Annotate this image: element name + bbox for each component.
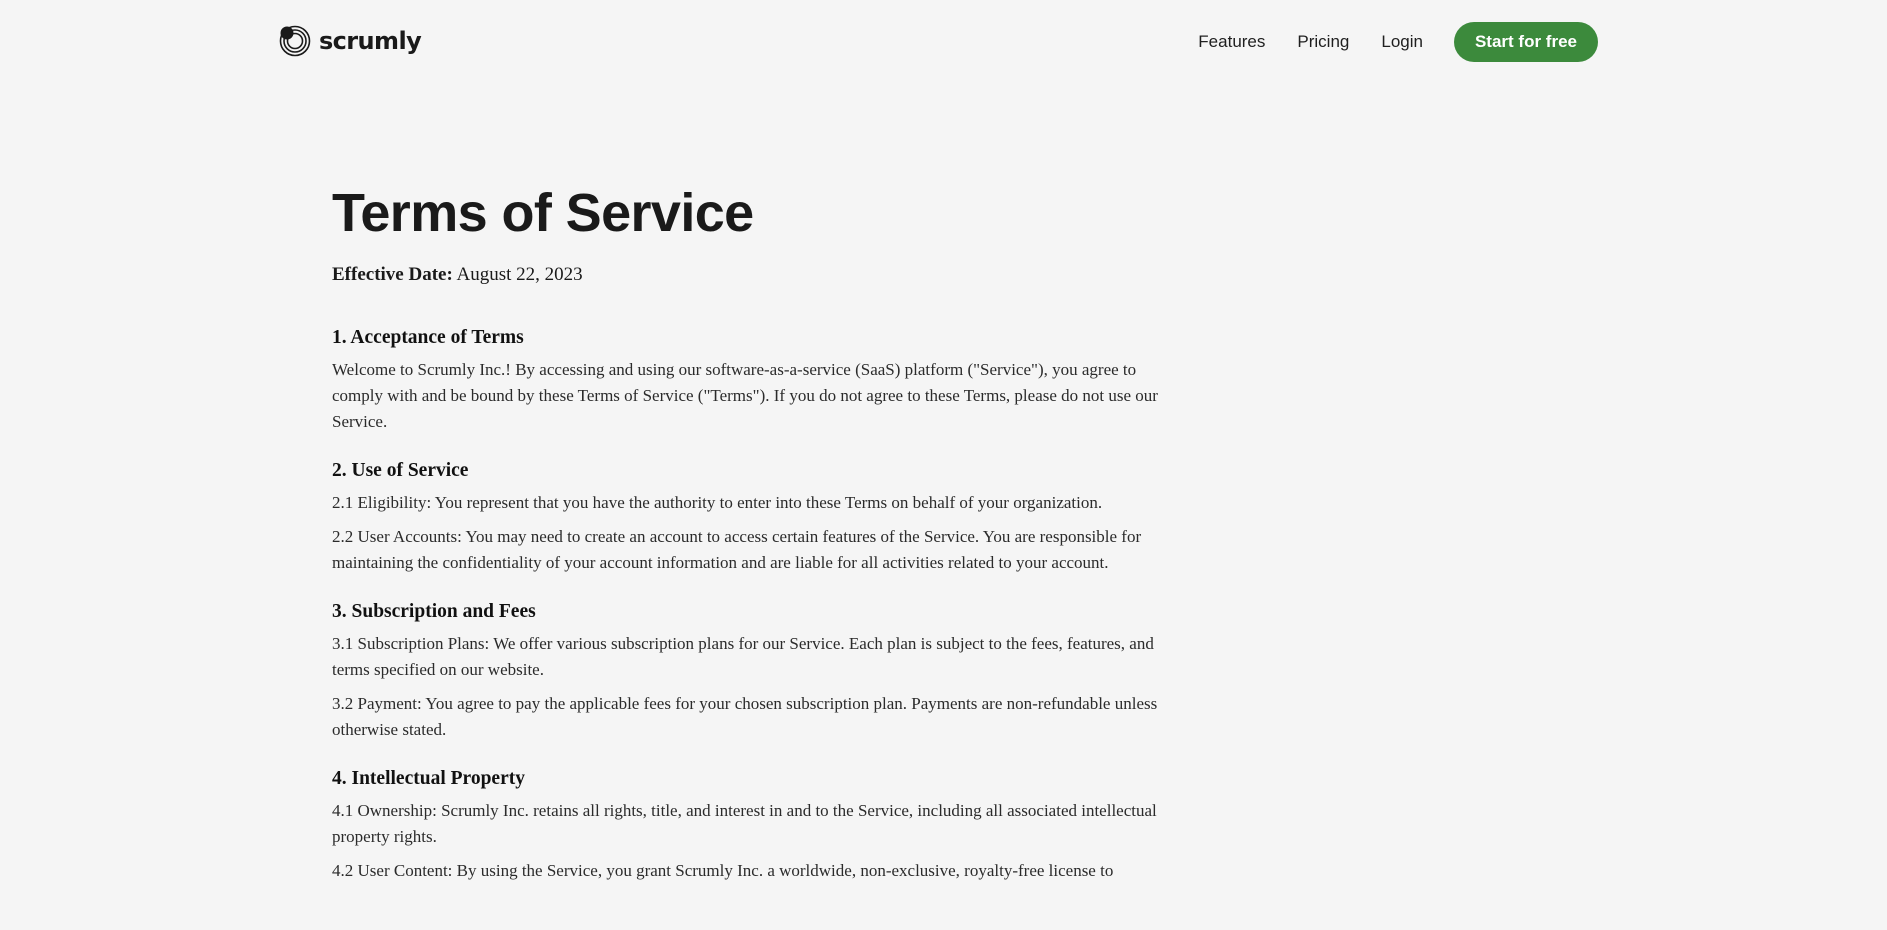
section-heading: 1. Acceptance of Terms bbox=[332, 327, 524, 348]
brand-name: scrumly bbox=[319, 27, 422, 55]
section-paragraph: 4.1 Ownership: Scrumly Inc. retains all … bbox=[332, 801, 1157, 846]
section-paragraph: 2.2 User Accounts: You may need to creat… bbox=[332, 527, 1142, 572]
section-heading: 4. Intellectual Property bbox=[332, 768, 525, 789]
section-acceptance: 1. Acceptance of Terms Welcome to Scruml… bbox=[332, 325, 1180, 435]
terms-document: Terms of Service Effective Date: August … bbox=[332, 178, 1180, 880]
section-subscription-fees: 3. Subscription and Fees 3.1 Subscriptio… bbox=[332, 599, 1180, 743]
brand-logo-link[interactable]: scrumly bbox=[278, 24, 422, 58]
page-title: Terms of Service bbox=[332, 183, 754, 243]
section-paragraph: 3.2 Payment: You agree to pay the applic… bbox=[332, 694, 1158, 739]
section-heading: 2. Use of Service bbox=[332, 460, 469, 481]
section-paragraph: 2.1 Eligibility: You represent that you … bbox=[332, 493, 1103, 512]
section-paragraph: 3.1 Subscription Plans: We offer various… bbox=[332, 634, 1154, 679]
main-nav: Features Pricing Login Start for free bbox=[1198, 22, 1598, 62]
site-header: scrumly Features Pricing Login Start for… bbox=[0, 0, 1887, 84]
scrumly-logo-icon bbox=[279, 25, 311, 57]
effective-date-label: Effective Date: bbox=[332, 264, 453, 285]
nav-login-link[interactable]: Login bbox=[1381, 22, 1423, 62]
section-use-of-service: 2. Use of Service 2.1 Eligibility: You r… bbox=[332, 458, 1180, 576]
nav-pricing-link[interactable]: Pricing bbox=[1297, 22, 1349, 62]
effective-date: Effective Date: August 22, 2023 bbox=[332, 262, 583, 288]
section-paragraph: Welcome to Scrumly Inc.! By accessing an… bbox=[332, 360, 1158, 431]
section-heading: 3. Subscription and Fees bbox=[332, 601, 536, 622]
nav-features-link[interactable]: Features bbox=[1198, 22, 1265, 62]
section-intellectual-property: 4. Intellectual Property 4.1 Ownership: … bbox=[332, 766, 1180, 884]
terms-sections: 1. Acceptance of Terms Welcome to Scruml… bbox=[332, 325, 1180, 907]
effective-date-value: August 22, 2023 bbox=[452, 264, 583, 285]
section-paragraph: 4.2 User Content: By using the Service, … bbox=[332, 861, 1114, 880]
start-for-free-button[interactable]: Start for free bbox=[1453, 22, 1598, 62]
